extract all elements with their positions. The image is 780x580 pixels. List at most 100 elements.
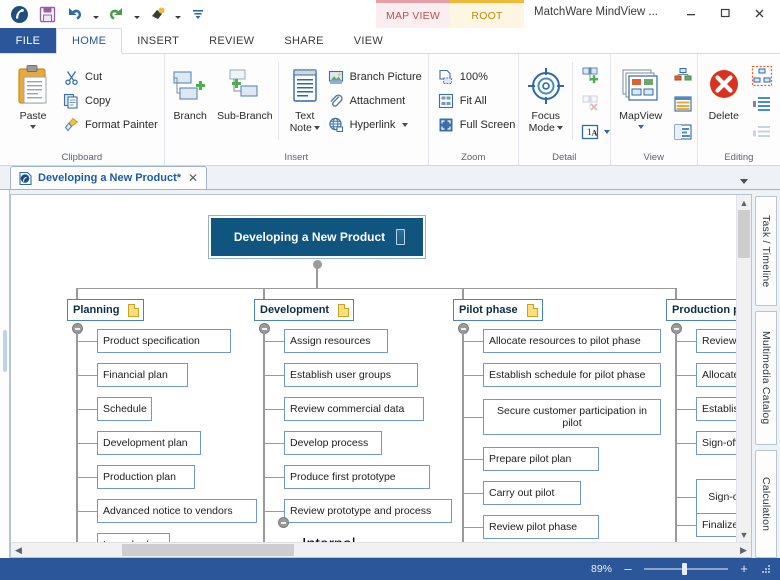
expand-branch-button[interactable] — [748, 90, 776, 117]
zoom-slider-thumb[interactable] — [682, 563, 687, 575]
hyperlink-dropdown-icon[interactable] — [402, 123, 409, 127]
hscroll-track[interactable] — [26, 543, 736, 557]
mindmap-child-node[interactable]: Establish schedule for pilot phase — [483, 363, 661, 387]
mindmap-child-node[interactable]: Product specification — [97, 329, 232, 353]
mindmap-child-node[interactable]: Production plan — [97, 465, 195, 489]
left-splitter-handle[interactable] — [3, 330, 7, 372]
redo-dropdown-icon[interactable] — [131, 2, 142, 26]
scroll-up-icon[interactable]: ▲ — [737, 195, 751, 210]
maximize-button[interactable] — [708, 2, 742, 24]
tab-review[interactable]: REVIEW — [194, 28, 269, 53]
mindmap-root-node[interactable]: Developing a New Product — [209, 216, 425, 258]
cut-button[interactable]: Cut — [60, 65, 164, 89]
undo-dropdown-icon[interactable] — [90, 2, 101, 26]
tab-home[interactable]: HOME — [56, 28, 123, 54]
panel-tab-task-timeline[interactable]: Task / Timeline — [755, 196, 777, 306]
mindmap-child-node[interactable]: Prepare pilot plan — [483, 447, 599, 471]
vscroll-track[interactable] — [737, 210, 751, 527]
tab-overflow-icon[interactable] — [740, 179, 748, 184]
select-all-button[interactable] — [748, 62, 776, 89]
text-detail-dropdown-icon[interactable] — [603, 129, 610, 134]
mindmap-child-node[interactable]: Allocate resources to pilot phase — [483, 329, 661, 353]
canvas-horizontal-scrollbar[interactable]: ◀ ▶ — [11, 542, 751, 557]
branch-button[interactable]: Branch — [165, 58, 216, 144]
branch-picture-button[interactable]: Branch Picture — [325, 65, 428, 89]
branch-note-icon[interactable] — [338, 303, 350, 317]
mindmap-child-node[interactable]: Review pilot phase — [483, 515, 599, 539]
attachment-button[interactable]: Attachment — [325, 89, 428, 113]
scroll-down-icon[interactable]: ▼ — [737, 527, 751, 542]
paste-dropdown-icon[interactable] — [30, 125, 36, 129]
mindmap-child-node[interactable]: Sign-off — [696, 431, 736, 455]
hyperlink-button[interactable]: Hyperlink — [325, 113, 428, 137]
save-icon[interactable] — [34, 2, 60, 26]
left-panel-rail[interactable] — [0, 190, 10, 558]
mindmap-child-node[interactable]: Review commercial data — [284, 397, 425, 421]
delete-button[interactable]: Delete — [700, 58, 748, 144]
sub-branch-collapse-toggle[interactable] — [278, 517, 289, 528]
tab-insert[interactable]: INSERT — [122, 28, 194, 53]
mindmap-child-node[interactable]: Produce first prototype — [284, 465, 431, 489]
paste-button[interactable]: Paste — [6, 58, 60, 144]
branch-note-icon[interactable] — [526, 303, 538, 317]
zoom-out-button[interactable]: – — [620, 562, 636, 575]
panel-tab-calculation[interactable]: Calculation — [755, 450, 777, 558]
root-attachment-icon[interactable] — [396, 229, 406, 245]
mindmap-child-node[interactable]: Develop process — [284, 431, 382, 455]
resize-gripper[interactable] — [760, 563, 772, 575]
tab-share[interactable]: SHARE — [269, 28, 338, 53]
panel-tab-multimedia-catalog[interactable]: Multimedia Catalog — [755, 310, 777, 446]
format-painter-button[interactable]: Format Painter — [60, 113, 164, 137]
mapview-dropdown-icon[interactable] — [637, 125, 644, 129]
canvas-vertical-scrollbar[interactable]: ▲ ▼ — [736, 195, 751, 542]
hscroll-thumb[interactable] — [122, 544, 294, 556]
zoom-in-button[interactable]: + — [736, 562, 752, 575]
gantt-view-button[interactable] — [669, 118, 697, 145]
document-tab[interactable]: Developing a New Product* ✕ — [10, 166, 208, 189]
zoom-slider[interactable] — [644, 563, 728, 575]
mindmap-child-node[interactable]: Carry out pilot — [483, 481, 581, 505]
outline-view-button[interactable] — [669, 62, 697, 89]
mindmap-canvas[interactable]: Developing a New Product Planning Product … — [11, 195, 736, 542]
focus-mode-dropdown-icon[interactable] — [556, 126, 563, 130]
customize-qat-icon[interactable] — [185, 2, 211, 26]
mindmap-child-node[interactable]: Assign resources — [284, 329, 388, 353]
tab-file[interactable]: FILE — [0, 28, 56, 53]
mindmap-child-node[interactable]: Development plan — [97, 431, 201, 455]
collapse-branch-button[interactable] — [748, 118, 776, 145]
text-note-button[interactable]: Text Note — [285, 58, 325, 144]
mindmap-branch-node[interactable]: Pilot phase — [453, 299, 543, 321]
mindmap-child-node[interactable]: Advanced notice to vendors — [97, 499, 257, 523]
focus-mode-button[interactable]: Focus Mode — [521, 58, 571, 144]
document-tab-close-icon[interactable]: ✕ — [186, 171, 200, 185]
branch-note-icon[interactable] — [128, 303, 140, 317]
text-detail-button[interactable]: 1 A — [576, 118, 604, 145]
mindmap-child-node[interactable]: Review prototype and process — [284, 499, 452, 523]
copy-button[interactable]: Copy — [60, 89, 164, 113]
close-button[interactable] — [742, 2, 776, 24]
fit-all-button[interactable]: Fit All — [435, 89, 522, 113]
mindmap-child-node[interactable]: Finalize — [696, 513, 736, 537]
text-note-dropdown-icon[interactable] — [313, 126, 320, 130]
zoom-100-button[interactable]: 100% — [435, 65, 522, 89]
full-screen-button[interactable]: Full Screen — [435, 113, 522, 137]
mindmap-child-node[interactable]: Review — [696, 329, 736, 353]
outline-list-view-button[interactable] — [669, 90, 697, 117]
undo-icon[interactable] — [62, 2, 88, 26]
fill-color-dropdown-icon[interactable] — [172, 2, 183, 26]
mindmap-child-node[interactable]: Secure customer participation in pilot — [483, 399, 661, 435]
mindview-logo-icon[interactable] — [6, 2, 32, 26]
sub-branch-button[interactable]: Sub-Branch — [216, 58, 274, 144]
mindmap-branch-node[interactable]: Production ph — [666, 299, 736, 321]
mindmap-sub-node[interactable]: Internal — [302, 533, 372, 542]
mindmap-child-node[interactable]: Allocate — [696, 363, 736, 387]
scroll-right-icon[interactable]: ▶ — [736, 543, 751, 557]
mindmap-branch-node[interactable]: Development — [254, 299, 355, 321]
remove-detail-button[interactable] — [576, 90, 604, 117]
fill-color-icon[interactable] — [144, 2, 170, 26]
vscroll-thumb[interactable] — [738, 210, 750, 258]
mindmap-child-node[interactable]: Launch plan — [97, 533, 171, 542]
minimize-button[interactable] — [674, 2, 708, 24]
tab-view[interactable]: VIEW — [339, 28, 398, 53]
mindmap-branch-node[interactable]: Planning — [67, 299, 145, 321]
